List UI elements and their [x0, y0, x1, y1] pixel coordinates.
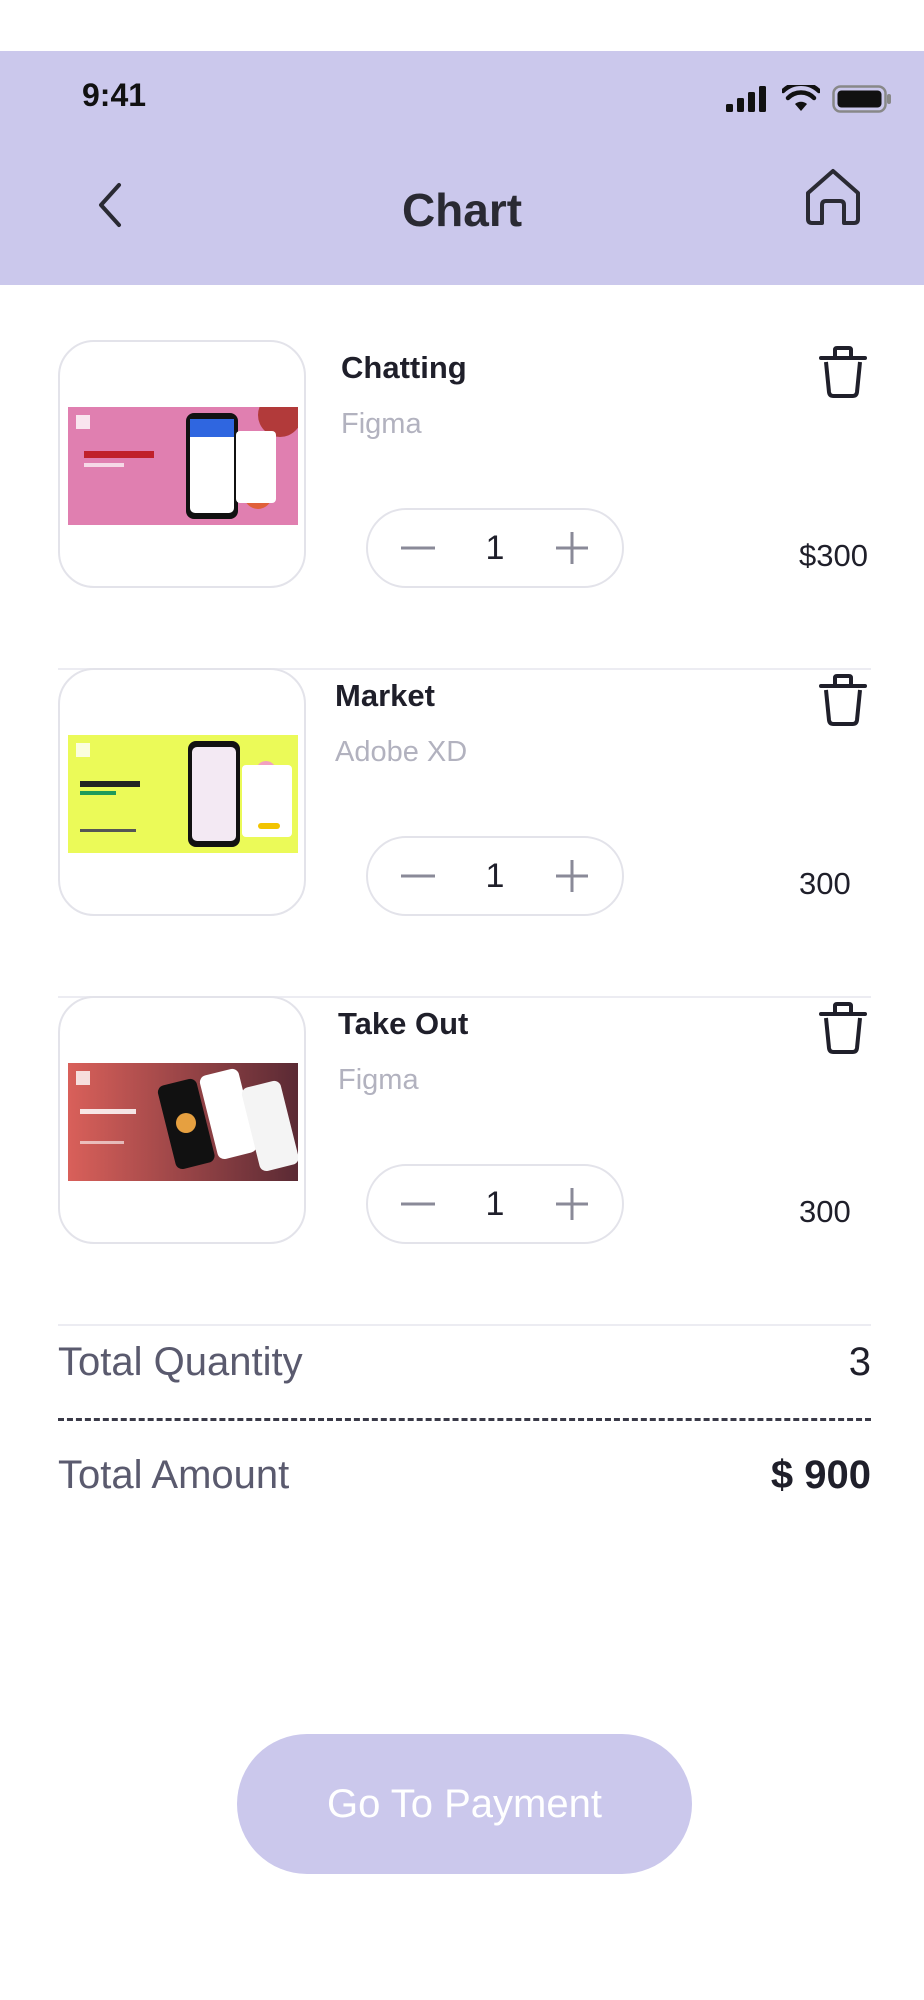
total-quantity-row: Total Quantity 3 — [58, 1340, 871, 1385]
total-amount-value: $ 900 — [770, 1453, 871, 1497]
trash-icon — [819, 674, 867, 726]
divider — [58, 1324, 871, 1326]
item-name: Market — [335, 678, 435, 713]
minus-icon — [401, 546, 435, 550]
decrease-button[interactable] — [398, 528, 438, 568]
item-tool: Figma — [341, 408, 422, 440]
decrease-button[interactable] — [398, 856, 438, 896]
total-amount-label: Total Amount — [58, 1453, 290, 1497]
app-header: 9:41 Chart — [0, 51, 924, 285]
quantity-value: 1 — [485, 1184, 505, 1223]
item-price: 300 — [799, 866, 851, 901]
quantity-stepper: 1 — [366, 1164, 624, 1244]
product-thumbnail[interactable] — [58, 668, 306, 916]
plus-icon — [555, 532, 588, 564]
go-to-payment-button[interactable]: Go To Payment — [237, 1734, 692, 1874]
quantity-value: 1 — [485, 856, 505, 895]
item-tool: Adobe XD — [335, 736, 468, 768]
item-tool: Figma — [338, 1064, 419, 1096]
delete-button[interactable] — [817, 344, 869, 400]
battery-icon — [832, 85, 891, 113]
product-preview-image — [68, 407, 298, 525]
increase-button[interactable] — [552, 856, 592, 896]
cart-item: Market Adobe XD 1 300 — [58, 668, 871, 998]
increase-button[interactable] — [552, 528, 592, 568]
status-icons — [726, 81, 892, 117]
minus-icon — [401, 1202, 435, 1206]
increase-button[interactable] — [552, 1184, 592, 1224]
wifi-icon — [782, 85, 820, 111]
total-quantity-label: Total Quantity — [58, 1340, 303, 1384]
plus-icon — [555, 1188, 588, 1220]
product-preview-image — [68, 735, 298, 853]
status-time: 9:41 — [82, 77, 147, 113]
home-icon — [806, 169, 860, 225]
total-quantity-value: 3 — [848, 1340, 871, 1384]
page-title: Chart — [401, 184, 523, 236]
product-preview-image — [68, 1063, 298, 1181]
quantity-stepper: 1 — [366, 508, 624, 588]
delete-button[interactable] — [817, 672, 869, 728]
decrease-button[interactable] — [398, 1184, 438, 1224]
trash-icon — [819, 346, 867, 398]
item-name: Chatting — [341, 350, 467, 385]
minus-icon — [401, 874, 435, 878]
item-price: $300 — [799, 538, 868, 573]
total-amount-row: Total Amount $ 900 — [58, 1453, 871, 1498]
trash-icon — [819, 1002, 867, 1054]
product-thumbnail[interactable] — [58, 996, 306, 1244]
item-price: 300 — [799, 1194, 851, 1229]
item-name: Take Out — [338, 1006, 469, 1041]
plus-icon — [555, 860, 588, 892]
quantity-stepper: 1 — [366, 836, 624, 916]
product-thumbnail[interactable] — [58, 340, 306, 588]
cart-item: Chatting Figma 1 $300 — [58, 340, 871, 670]
signal-icon — [726, 86, 766, 112]
delete-button[interactable] — [817, 1000, 869, 1056]
cart-item: Take Out Figma 1 300 — [58, 996, 871, 1326]
home-button[interactable] — [800, 163, 866, 229]
dashed-divider — [58, 1418, 871, 1421]
quantity-value: 1 — [485, 528, 505, 567]
